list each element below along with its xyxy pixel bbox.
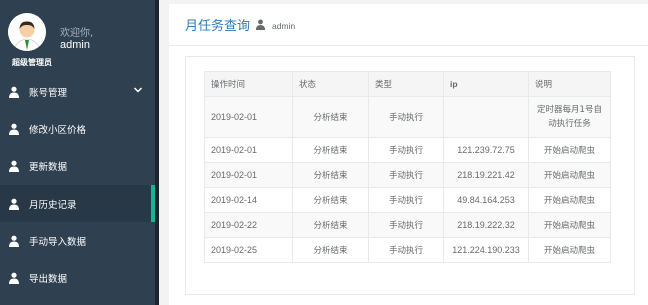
cell-desc: 定时器每月1号自动执行任务: [528, 96, 611, 138]
page-title: 月任务查询: [185, 19, 251, 34]
sidebar-item-export[interactable]: 导出数据: [0, 259, 155, 296]
cell-time: 2019-02-14: [204, 187, 293, 213]
profile-block: 欢迎你, admin 超级管理员: [0, 0, 155, 70]
username[interactable]: admin: [60, 39, 90, 51]
content-panel: 操作时间 状态 类型 ip 说明 2019-02-01 分析结束 手动执行 定时…: [169, 46, 648, 305]
cell-ip: 121.239.72.75: [443, 137, 529, 163]
cell-desc: 开始启动爬虫: [528, 237, 611, 263]
avatar[interactable]: [8, 13, 46, 51]
user-icon: [9, 86, 19, 98]
sidebar: 欢迎你, admin 超级管理员 账号管理 修改小区价格 更新数据 月历史记录 …: [0, 0, 155, 305]
user-icon: [255, 19, 266, 30]
main-content: 月任务查询 admin 操作时间 状态 类型 ip 说明 2019-02-01: [159, 0, 648, 305]
cell-status: 分析结束: [292, 96, 369, 138]
cell-status: 分析结束: [292, 212, 369, 238]
cell-type: 手动执行: [368, 187, 444, 213]
sidebar-item-label: 更新数据: [29, 161, 68, 173]
task-table: 操作时间 状态 类型 ip 说明 2019-02-01 分析结束 手动执行 定时…: [204, 71, 611, 263]
cell-status: 分析结束: [292, 187, 369, 213]
column-header-time[interactable]: 操作时间: [204, 71, 293, 97]
cell-desc: 开始启动爬虫: [528, 137, 611, 163]
page-header: 月任务查询 admin: [169, 4, 648, 46]
cell-type: 手动执行: [368, 96, 444, 138]
sidebar-item-account[interactable]: 账号管理: [0, 73, 155, 110]
cell-ip: 121.224.190.233: [443, 237, 529, 263]
cell-type: 手动执行: [368, 162, 444, 188]
chevron-down-icon: [133, 87, 143, 93]
table-header-row: 操作时间 状态 类型 ip 说明: [204, 71, 611, 97]
sidebar-item-update-data[interactable]: 更新数据: [0, 147, 155, 184]
user-icon: [9, 160, 19, 172]
cell-time: 2019-02-01: [204, 162, 293, 188]
table-container: 操作时间 状态 类型 ip 说明 2019-02-01 分析结束 手动执行 定时…: [185, 56, 635, 295]
cell-type: 手动执行: [368, 137, 444, 163]
cell-time: 2019-02-01: [204, 96, 293, 138]
cell-type: 手动执行: [368, 237, 444, 263]
user-icon: [9, 198, 19, 210]
cell-desc: 开始启动爬虫: [528, 162, 611, 188]
cell-status: 分析结束: [292, 137, 369, 163]
column-header-desc[interactable]: 说明: [528, 71, 611, 97]
cell-desc: 开始启动爬虫: [528, 187, 611, 213]
sidebar-item-label: 账号管理: [29, 87, 68, 99]
sidebar-item-edit-price[interactable]: 修改小区价格: [0, 110, 155, 147]
cell-ip: 49.84.164.253: [443, 187, 529, 213]
user-icon: [9, 123, 19, 135]
cell-type: 手动执行: [368, 212, 444, 238]
cell-time: 2019-02-25: [204, 237, 293, 263]
cell-desc: 开始启动爬虫: [528, 212, 611, 238]
user-icon: [9, 235, 19, 247]
cell-time: 2019-02-22: [204, 212, 293, 238]
user-icon: [9, 272, 19, 284]
header-username: admin: [272, 20, 296, 31]
table-row: 2019-02-01 分析结束 手动执行 121.239.72.75 开始启动爬…: [204, 137, 611, 163]
sidebar-item-label: 月历史记录: [29, 199, 77, 211]
table-row: 2019-02-01 分析结束 手动执行 定时器每月1号自动执行任务: [204, 96, 611, 138]
cell-ip: 218.19.221.42: [443, 162, 529, 188]
table-row: 2019-02-14 分析结束 手动执行 49.84.164.253 开始启动爬…: [204, 187, 611, 213]
column-header-type[interactable]: 类型: [368, 71, 444, 97]
welcome-text: 欢迎你,: [60, 28, 94, 39]
cell-status: 分析结束: [292, 162, 369, 188]
sidebar-item-label: 修改小区价格: [29, 124, 87, 136]
sidebar-item-month-history[interactable]: 月历史记录: [0, 185, 155, 222]
role-label: 超级管理员: [12, 58, 52, 67]
table-row: 2019-02-25 分析结束 手动执行 121.224.190.233 开始启…: [204, 237, 611, 263]
sidebar-item-manual-import[interactable]: 手动导入数据: [0, 222, 155, 259]
column-header-status[interactable]: 状态: [292, 71, 369, 97]
sidebar-item-label: 导出数据: [29, 273, 68, 285]
table-row: 2019-02-22 分析结束 手动执行 218.19.222.32 开始启动爬…: [204, 212, 611, 238]
sidebar-item-label: 手动导入数据: [29, 236, 87, 248]
cell-status: 分析结束: [292, 237, 369, 263]
table-row: 2019-02-01 分析结束 手动执行 218.19.221.42 开始启动爬…: [204, 162, 611, 188]
cell-time: 2019-02-01: [204, 137, 293, 163]
cell-ip: 218.19.222.32: [443, 212, 529, 238]
column-header-ip[interactable]: ip: [443, 71, 529, 97]
cell-ip: [443, 96, 529, 138]
